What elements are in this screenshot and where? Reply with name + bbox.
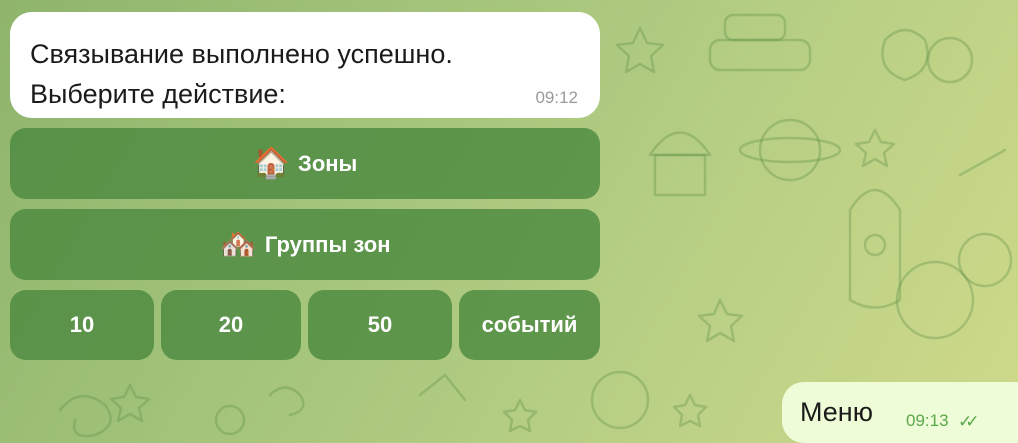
zones-button-label: Зоны [298,150,358,176]
house-icon: 🏠 [252,146,291,180]
incoming-message-bubble: Связывание выполнено успешно. Выберите д… [10,12,600,118]
count-10-label: 10 [69,312,95,337]
double-check-icon: ✓✓ [958,412,979,431]
message-line-1: Связывание выполнено успешно. [30,39,453,69]
zone-groups-button[interactable]: 🏘️ Группы зон [10,209,600,280]
count-10-button[interactable]: 10 [10,290,154,360]
count-50-label: 50 [367,312,393,337]
houses-icon: 🏘️ [219,227,257,261]
count-50-button[interactable]: 50 [308,290,452,360]
zones-button[interactable]: 🏠 Зоны [10,128,600,199]
count-20-label: 20 [218,312,244,337]
outgoing-message-bubble: Меню 09:13 ✓✓ [782,382,1018,443]
incoming-message-time: 09:12 [535,88,578,107]
incoming-message-text: Связывание выполнено успешно. Выберите д… [30,34,453,114]
outgoing-message-time: 09:13 [906,411,949,430]
events-button[interactable]: событий [459,290,600,360]
zone-groups-button-label: Группы зон [264,231,391,257]
events-label: событий [481,312,578,337]
outgoing-message-text: Меню [800,397,873,427]
message-line-2: Выберите действие: [30,79,286,109]
count-20-button[interactable]: 20 [161,290,301,360]
